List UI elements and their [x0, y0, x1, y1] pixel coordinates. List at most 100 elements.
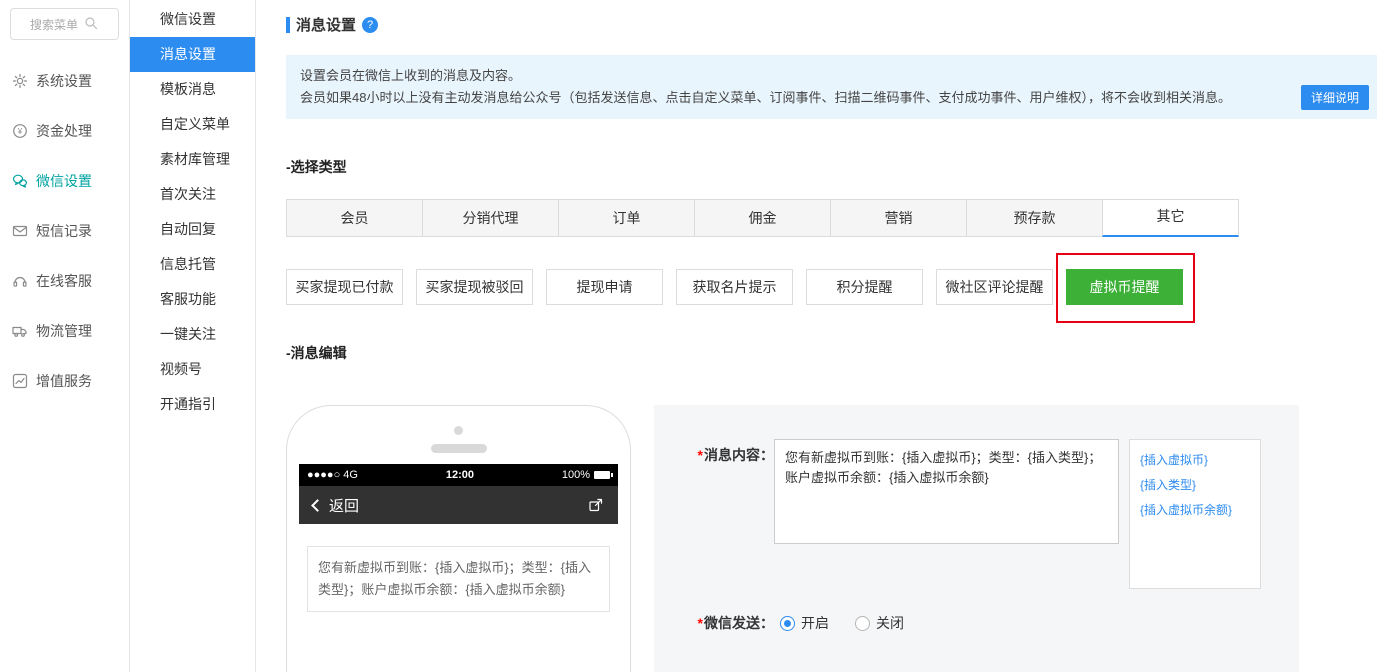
- type-button-withdraw-apply[interactable]: 提现申请: [546, 269, 663, 305]
- truck-icon: [12, 323, 28, 339]
- submenu-item-material-library[interactable]: 素材库管理: [130, 142, 255, 177]
- insert-type-link[interactable]: {插入类型}: [1140, 473, 1250, 498]
- submenu-item-activation-guide[interactable]: 开通指引: [130, 387, 255, 422]
- type-button-withdraw-rejected[interactable]: 买家提现被驳回: [416, 269, 533, 305]
- detail-explanation-button[interactable]: 详细说明: [1300, 85, 1369, 110]
- sidebar-item-value-added-services[interactable]: 增值服务: [0, 356, 129, 406]
- type-button-withdraw-paid[interactable]: 买家提现已付款: [286, 269, 403, 305]
- back-label: 返回: [329, 497, 360, 515]
- notice-line-2: 会员如果48小时以上没有主动发消息给公众号（包括发送信息、点击自定义菜单、订阅事…: [300, 90, 1231, 105]
- message-content-input[interactable]: 您有新虚拟币到账：{插入虚拟币}；类型：{插入类型}；账户虚拟币余额：{插入虚拟…: [774, 439, 1119, 544]
- tab-prepaid-deposit[interactable]: 预存款: [966, 199, 1103, 237]
- submenu-item-auto-reply[interactable]: 自动回复: [130, 212, 255, 247]
- sidebar-item-label: 在线客服: [36, 273, 92, 289]
- submenu-item-one-click-follow[interactable]: 一键关注: [130, 317, 255, 352]
- required-mark: *: [697, 447, 703, 463]
- phone-preview: ●●●●○ 4G 12:00 100% 返回 您有新虚拟币到账：{插入虚拟币}；…: [286, 405, 631, 672]
- tab-order[interactable]: 订单: [558, 199, 695, 237]
- type-button-points-reminder[interactable]: 积分提醒: [806, 269, 923, 305]
- message-editor: ●●●●○ 4G 12:00 100% 返回 您有新虚拟币到账：{插入虚拟币}；…: [286, 405, 1377, 672]
- type-button-community-comment-reminder[interactable]: 微社区评论提醒: [936, 269, 1053, 305]
- status-time: 12:00: [445, 469, 474, 481]
- notice-box: 设置会员在微信上收到的消息及内容。 会员如果48小时以上没有主动发消息给公众号（…: [286, 55, 1377, 119]
- insert-virtual-coin-link[interactable]: {插入虚拟币}: [1140, 448, 1250, 473]
- message-edit-heading: -消息编辑: [286, 345, 347, 361]
- wechat-send-label: *微信发送：: [697, 615, 774, 631]
- sidebar-item-wechat-settings[interactable]: 微信设置: [0, 156, 129, 206]
- message-content-label: *消息内容：: [697, 447, 774, 463]
- radio-on-icon: [780, 615, 795, 631]
- message-content-row: *消息内容： 您有新虚拟币到账：{插入虚拟币}；类型：{插入类型}；账户虚拟币余…: [678, 439, 1279, 589]
- sidebar-item-system-settings[interactable]: 系统设置: [0, 56, 129, 106]
- envelope-icon: [12, 223, 28, 239]
- tab-commission[interactable]: 佣金: [694, 199, 831, 237]
- wechat-send-row: *微信发送： 开启 关闭: [678, 613, 1279, 633]
- phone-speaker: [430, 444, 487, 453]
- select-type-heading: -选择类型: [286, 159, 347, 175]
- submenu-item-message-settings[interactable]: 消息设置: [130, 37, 255, 72]
- required-mark: *: [697, 615, 703, 631]
- menu-search-input[interactable]: 搜索菜单: [10, 8, 119, 40]
- tab-member[interactable]: 会员: [286, 199, 423, 237]
- signal-indicator: ●●●●○ 4G: [307, 469, 358, 481]
- wechat-settings-submenu: 微信设置 消息设置 模板消息 自定义菜单 素材库管理 首次关注 自动回复 信息托…: [130, 0, 256, 672]
- sidebar-item-label: 资金处理: [36, 123, 92, 139]
- sidebar-item-label: 增值服务: [36, 373, 92, 389]
- sidebar-item-online-service[interactable]: 在线客服: [0, 256, 129, 306]
- virtual-coin-button-wrap: 虚拟币提醒: [1056, 253, 1195, 323]
- submenu-item-customer-service[interactable]: 客服功能: [130, 282, 255, 317]
- phone-nav-bar: 返回: [299, 486, 618, 524]
- sidebar-item-sms-records[interactable]: 短信记录: [0, 206, 129, 256]
- radio-option-off[interactable]: 关闭: [855, 613, 904, 633]
- chart-icon: [12, 373, 28, 389]
- phone-camera-dot: [454, 426, 463, 435]
- type-button-business-card-tip[interactable]: 获取名片提示: [676, 269, 793, 305]
- chevron-left-icon: [311, 498, 324, 512]
- share-icon[interactable]: [588, 497, 604, 513]
- back-button[interactable]: 返回: [311, 495, 360, 516]
- sidebar-item-label: 系统设置: [36, 73, 92, 89]
- title-accent-bar: [286, 16, 290, 33]
- coin-icon: ¥: [12, 123, 28, 139]
- tab-marketing[interactable]: 营销: [830, 199, 967, 237]
- sidebar-item-funds-processing[interactable]: ¥ 资金处理: [0, 106, 129, 156]
- submenu-item-wechat-settings[interactable]: 微信设置: [130, 2, 255, 37]
- sidebar-item-label: 短信记录: [36, 223, 92, 239]
- search-placeholder: 搜索菜单: [29, 17, 78, 32]
- phone-body: 您有新虚拟币到账：{插入虚拟币}；类型：{插入类型}；账户虚拟币余额：{插入虚拟…: [299, 524, 618, 634]
- notice-line-1: 设置会员在微信上收到的消息及内容。: [300, 68, 522, 83]
- message-type-buttons: 买家提现已付款 买家提现被驳回 提现申请 获取名片提示 积分提醒 微社区评论提醒…: [286, 253, 1377, 323]
- app-root: 搜索菜单 系统设置 ¥ 资金处理 微信设置 短信记录 在线客服 物流管理 增值服…: [0, 0, 1385, 672]
- search-icon: [83, 15, 99, 34]
- battery-percent: 100%: [561, 469, 590, 481]
- message-type-tabs: 会员 分销代理 订单 佣金 营销 预存款 其它: [286, 199, 1377, 237]
- phone-status-bar: ●●●●○ 4G 12:00 100%: [299, 464, 618, 486]
- phone-message-preview: 您有新虚拟币到账：{插入虚拟币}；类型：{插入类型}；账户虚拟币余额：{插入虚拟…: [307, 546, 610, 612]
- gear-icon: [12, 73, 28, 89]
- submenu-item-video-account[interactable]: 视频号: [130, 352, 255, 387]
- submenu-item-template-messages[interactable]: 模板消息: [130, 72, 255, 107]
- wechat-icon: [12, 173, 28, 189]
- headset-icon: [12, 273, 28, 289]
- page-title-row: 消息设置 ?: [286, 14, 1377, 35]
- battery-icon: [593, 471, 613, 479]
- phone-screen: ●●●●○ 4G 12:00 100% 返回 您有新虚拟币到账：{插入虚拟币}；…: [299, 464, 618, 634]
- main-content: 消息设置 ? 设置会员在微信上收到的消息及内容。 会员如果48小时以上没有主动发…: [256, 0, 1385, 672]
- tab-other[interactable]: 其它: [1102, 199, 1239, 237]
- radio-option-on[interactable]: 开启: [780, 613, 829, 633]
- insert-variables-box: {插入虚拟币} {插入类型} {插入虚拟币余额}: [1129, 439, 1261, 589]
- message-form-panel: *消息内容： 您有新虚拟币到账：{插入虚拟币}；类型：{插入类型}；账户虚拟币余…: [654, 405, 1299, 672]
- sidebar-item-label: 微信设置: [36, 173, 92, 189]
- svg-text:¥: ¥: [17, 127, 23, 136]
- sidebar-item-logistics[interactable]: 物流管理: [0, 306, 129, 356]
- insert-balance-link[interactable]: {插入虚拟币余额}: [1140, 498, 1250, 523]
- help-icon[interactable]: ?: [362, 16, 379, 33]
- submenu-item-custom-menu[interactable]: 自定义菜单: [130, 107, 255, 142]
- wechat-send-options: 开启 关闭: [774, 613, 904, 633]
- tab-distribution-agent[interactable]: 分销代理: [422, 199, 559, 237]
- type-button-virtual-coin-reminder[interactable]: 虚拟币提醒: [1066, 269, 1183, 305]
- submenu-item-first-follow[interactable]: 首次关注: [130, 177, 255, 212]
- radio-off-icon: [855, 615, 870, 631]
- page-title: 消息设置: [296, 17, 357, 34]
- submenu-item-info-hosting[interactable]: 信息托管: [130, 247, 255, 282]
